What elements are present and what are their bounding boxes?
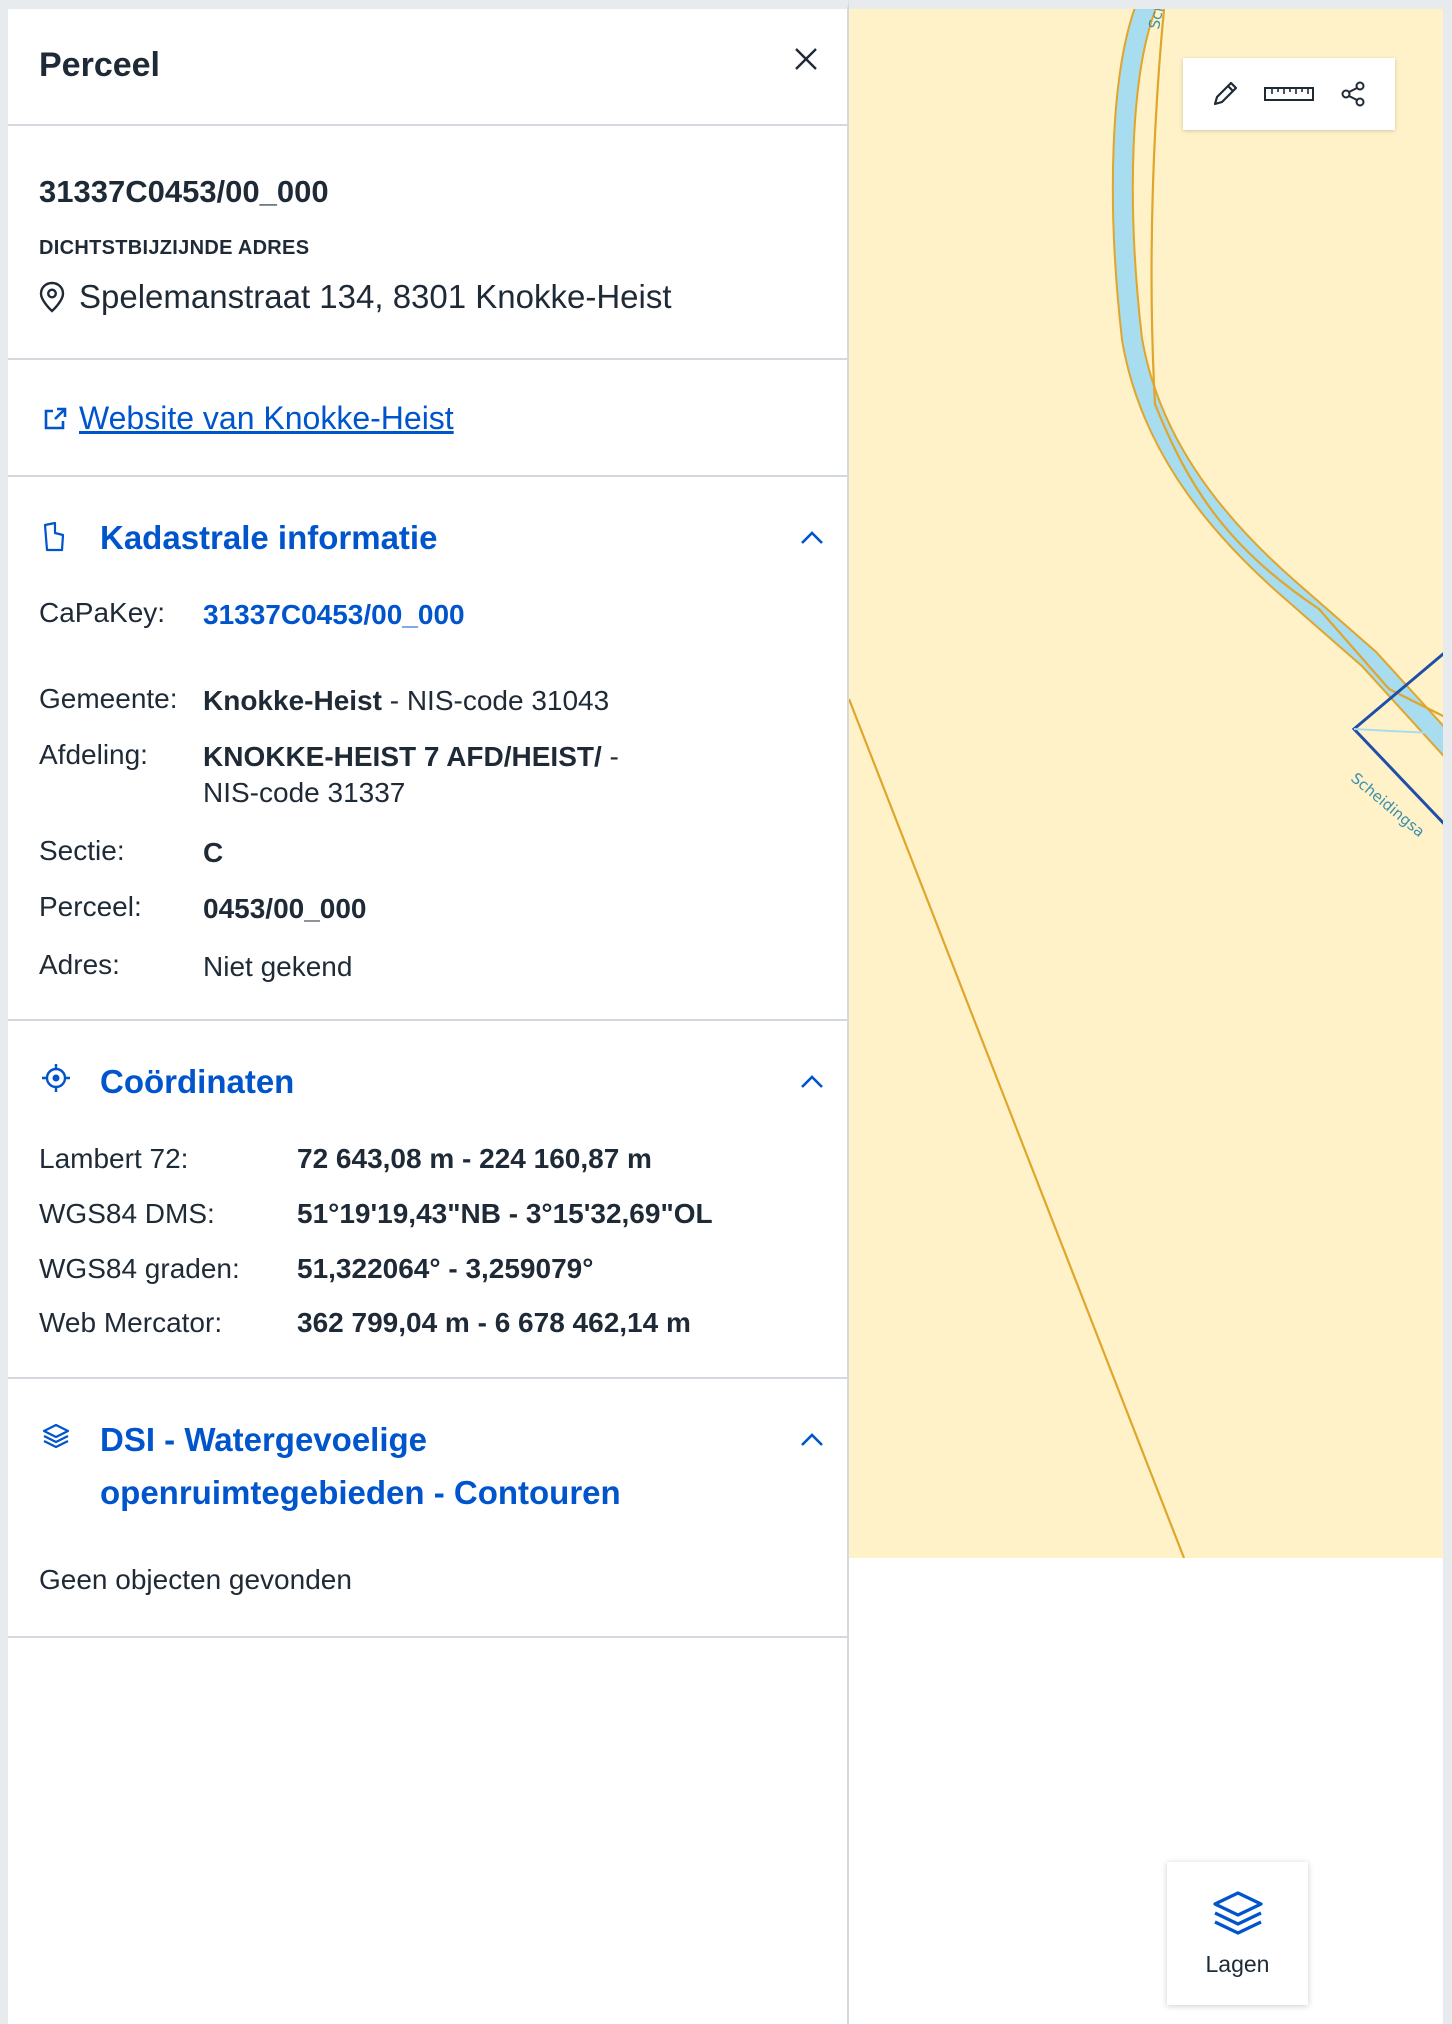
address-caption: DICHTSTBIJZIJNDE ADRES: [39, 237, 310, 259]
coordinates-section: Coördinaten Lambert 72: 72 643,08 m - 22…: [8, 1021, 847, 1379]
adres-row: Adres: Niet gekend: [39, 949, 352, 985]
coord-value: 362 799,04 m - 6 678 462,14 m: [297, 1307, 691, 1338]
dsi-title-line1: DSI - Watergevoelige: [100, 1421, 428, 1458]
afdeling-nis-dash: -: [601, 741, 619, 772]
dsi-section: DSI - Watergevoelige openruimtegebieden …: [8, 1379, 847, 1638]
perceel-value: 0453/00_000: [203, 893, 367, 924]
coord-row: Lambert 72: 72 643,08 m - 224 160,87 m: [39, 1143, 652, 1175]
adres-value: Niet gekend: [203, 951, 353, 982]
perceel-label: Perceel:: [39, 891, 142, 922]
map-canvas[interactable]: Sche Scheidingsa: [849, 0, 1443, 1558]
coord-label: WGS84 graden:: [39, 1253, 240, 1284]
sectie-value: C: [203, 837, 224, 868]
capakey-label: CaPaKey:: [39, 597, 166, 628]
kadastrale-title: Kadastrale informatie: [100, 519, 438, 556]
crosshair-icon: [42, 1064, 70, 1092]
nearest-address: Spelemanstraat 134, 8301 Knokke-Heist: [39, 278, 672, 316]
website-section: Website van Knokke-Heist: [8, 360, 847, 477]
coordinates-accordion-header[interactable]: Coördinaten: [41, 1021, 847, 1139]
pencil-icon: [1213, 81, 1238, 106]
ruler-icon: [1264, 87, 1314, 101]
parcel-summary: 31337C0453/00_000 DICHTSTBIJZIJNDE ADRES…: [8, 126, 847, 360]
chevron-up-icon: [801, 1075, 823, 1088]
coord-row: WGS84 graden: 51,322064° - 3,259079°: [39, 1253, 593, 1285]
layers-button[interactable]: Lagen: [1167, 1862, 1308, 2005]
map-toolbar: [1183, 58, 1395, 130]
info-panel: Perceel 31337C0453/00_000 DICHTSTBIJZIJN…: [0, 0, 849, 2024]
sectie-row: Sectie: C: [39, 835, 223, 871]
dsi-title-line2: openruimtegebieden - Contouren: [100, 1474, 621, 1511]
capakey-value[interactable]: 31337C0453/00_000: [203, 597, 465, 633]
gemeente-name: Knokke-Heist: [203, 685, 382, 716]
coord-row: WGS84 DMS: 51°19'19,43"NB - 3°15'32,69"O…: [39, 1198, 713, 1230]
window-edge: [1443, 0, 1452, 2024]
perceel-row: Perceel: 0453/00_000: [39, 891, 367, 927]
location-pin-icon: [39, 281, 65, 313]
afdeling-row: Afdeling: KNOKKE-HEIST 7 AFD/HEIST/ - NIS…: [39, 739, 619, 811]
website-link[interactable]: Website van Knokke-Heist: [79, 400, 454, 437]
map-empty-area: [849, 1558, 1443, 2024]
coord-label: WGS84 DMS:: [39, 1198, 215, 1229]
close-button[interactable]: [786, 39, 826, 79]
website-link-row[interactable]: Website van Knokke-Heist: [41, 400, 454, 437]
external-link-icon: [44, 407, 67, 429]
coord-value: 72 643,08 m - 224 160,87 m: [297, 1143, 652, 1174]
adres-label: Adres:: [39, 949, 120, 980]
afdeling-nis: NIS-code 31337: [203, 777, 406, 808]
coord-value: 51,322064° - 3,259079°: [297, 1253, 594, 1284]
panel-header: Perceel: [8, 9, 847, 126]
close-icon: [795, 48, 817, 70]
coord-label: Lambert 72:: [39, 1143, 189, 1174]
coord-value: 51°19'19,43"NB - 3°15'32,69"OL: [297, 1198, 713, 1229]
kadastrale-accordion-header[interactable]: Kadastrale informatie: [41, 477, 847, 595]
capakey-row: CaPaKey: 31337C0453/00_000: [39, 597, 465, 633]
dsi-accordion-header[interactable]: DSI - Watergevoelige openruimtegebieden …: [41, 1379, 847, 1511]
dsi-title: DSI - Watergevoelige openruimtegebieden …: [100, 1413, 621, 1519]
parcel-id: 31337C0453/00_000: [39, 174, 329, 209]
draw-button[interactable]: [1199, 68, 1251, 120]
share-button[interactable]: [1327, 68, 1379, 120]
gemeente-label: Gemeente:: [39, 683, 178, 714]
chevron-up-icon: [801, 1433, 823, 1446]
layers-label: Lagen: [1205, 1951, 1270, 1977]
measure-button[interactable]: [1263, 68, 1315, 120]
coordinates-title: Coördinaten: [100, 1063, 295, 1100]
gemeente-nis: - NIS-code 31043: [381, 685, 610, 716]
gemeente-row: Gemeente: Knokke-Heist - NIS-code 31043: [39, 683, 609, 719]
afdeling-label: Afdeling:: [39, 739, 148, 770]
no-objects-text: Geen objecten gevonden: [39, 1564, 352, 1595]
address-text: Spelemanstraat 134, 8301 Knokke-Heist: [79, 278, 672, 315]
sectie-label: Sectie:: [39, 835, 125, 866]
coord-label: Web Mercator:: [39, 1307, 223, 1338]
kadastrale-section: Kadastrale informatie CaPaKey: 31337C045…: [8, 477, 847, 1021]
layers-icon: [1212, 1891, 1263, 1935]
panel-title: Perceel: [39, 46, 160, 84]
layers-icon: [42, 1423, 70, 1449]
afdeling-name: KNOKKE-HEIST 7 AFD/HEIST/: [203, 741, 602, 772]
share-icon: [1341, 81, 1365, 107]
parcel-icon: [43, 521, 65, 552]
chevron-up-icon: [801, 531, 823, 544]
coord-row: Web Mercator: 362 799,04 m - 6 678 462,1…: [39, 1307, 691, 1339]
